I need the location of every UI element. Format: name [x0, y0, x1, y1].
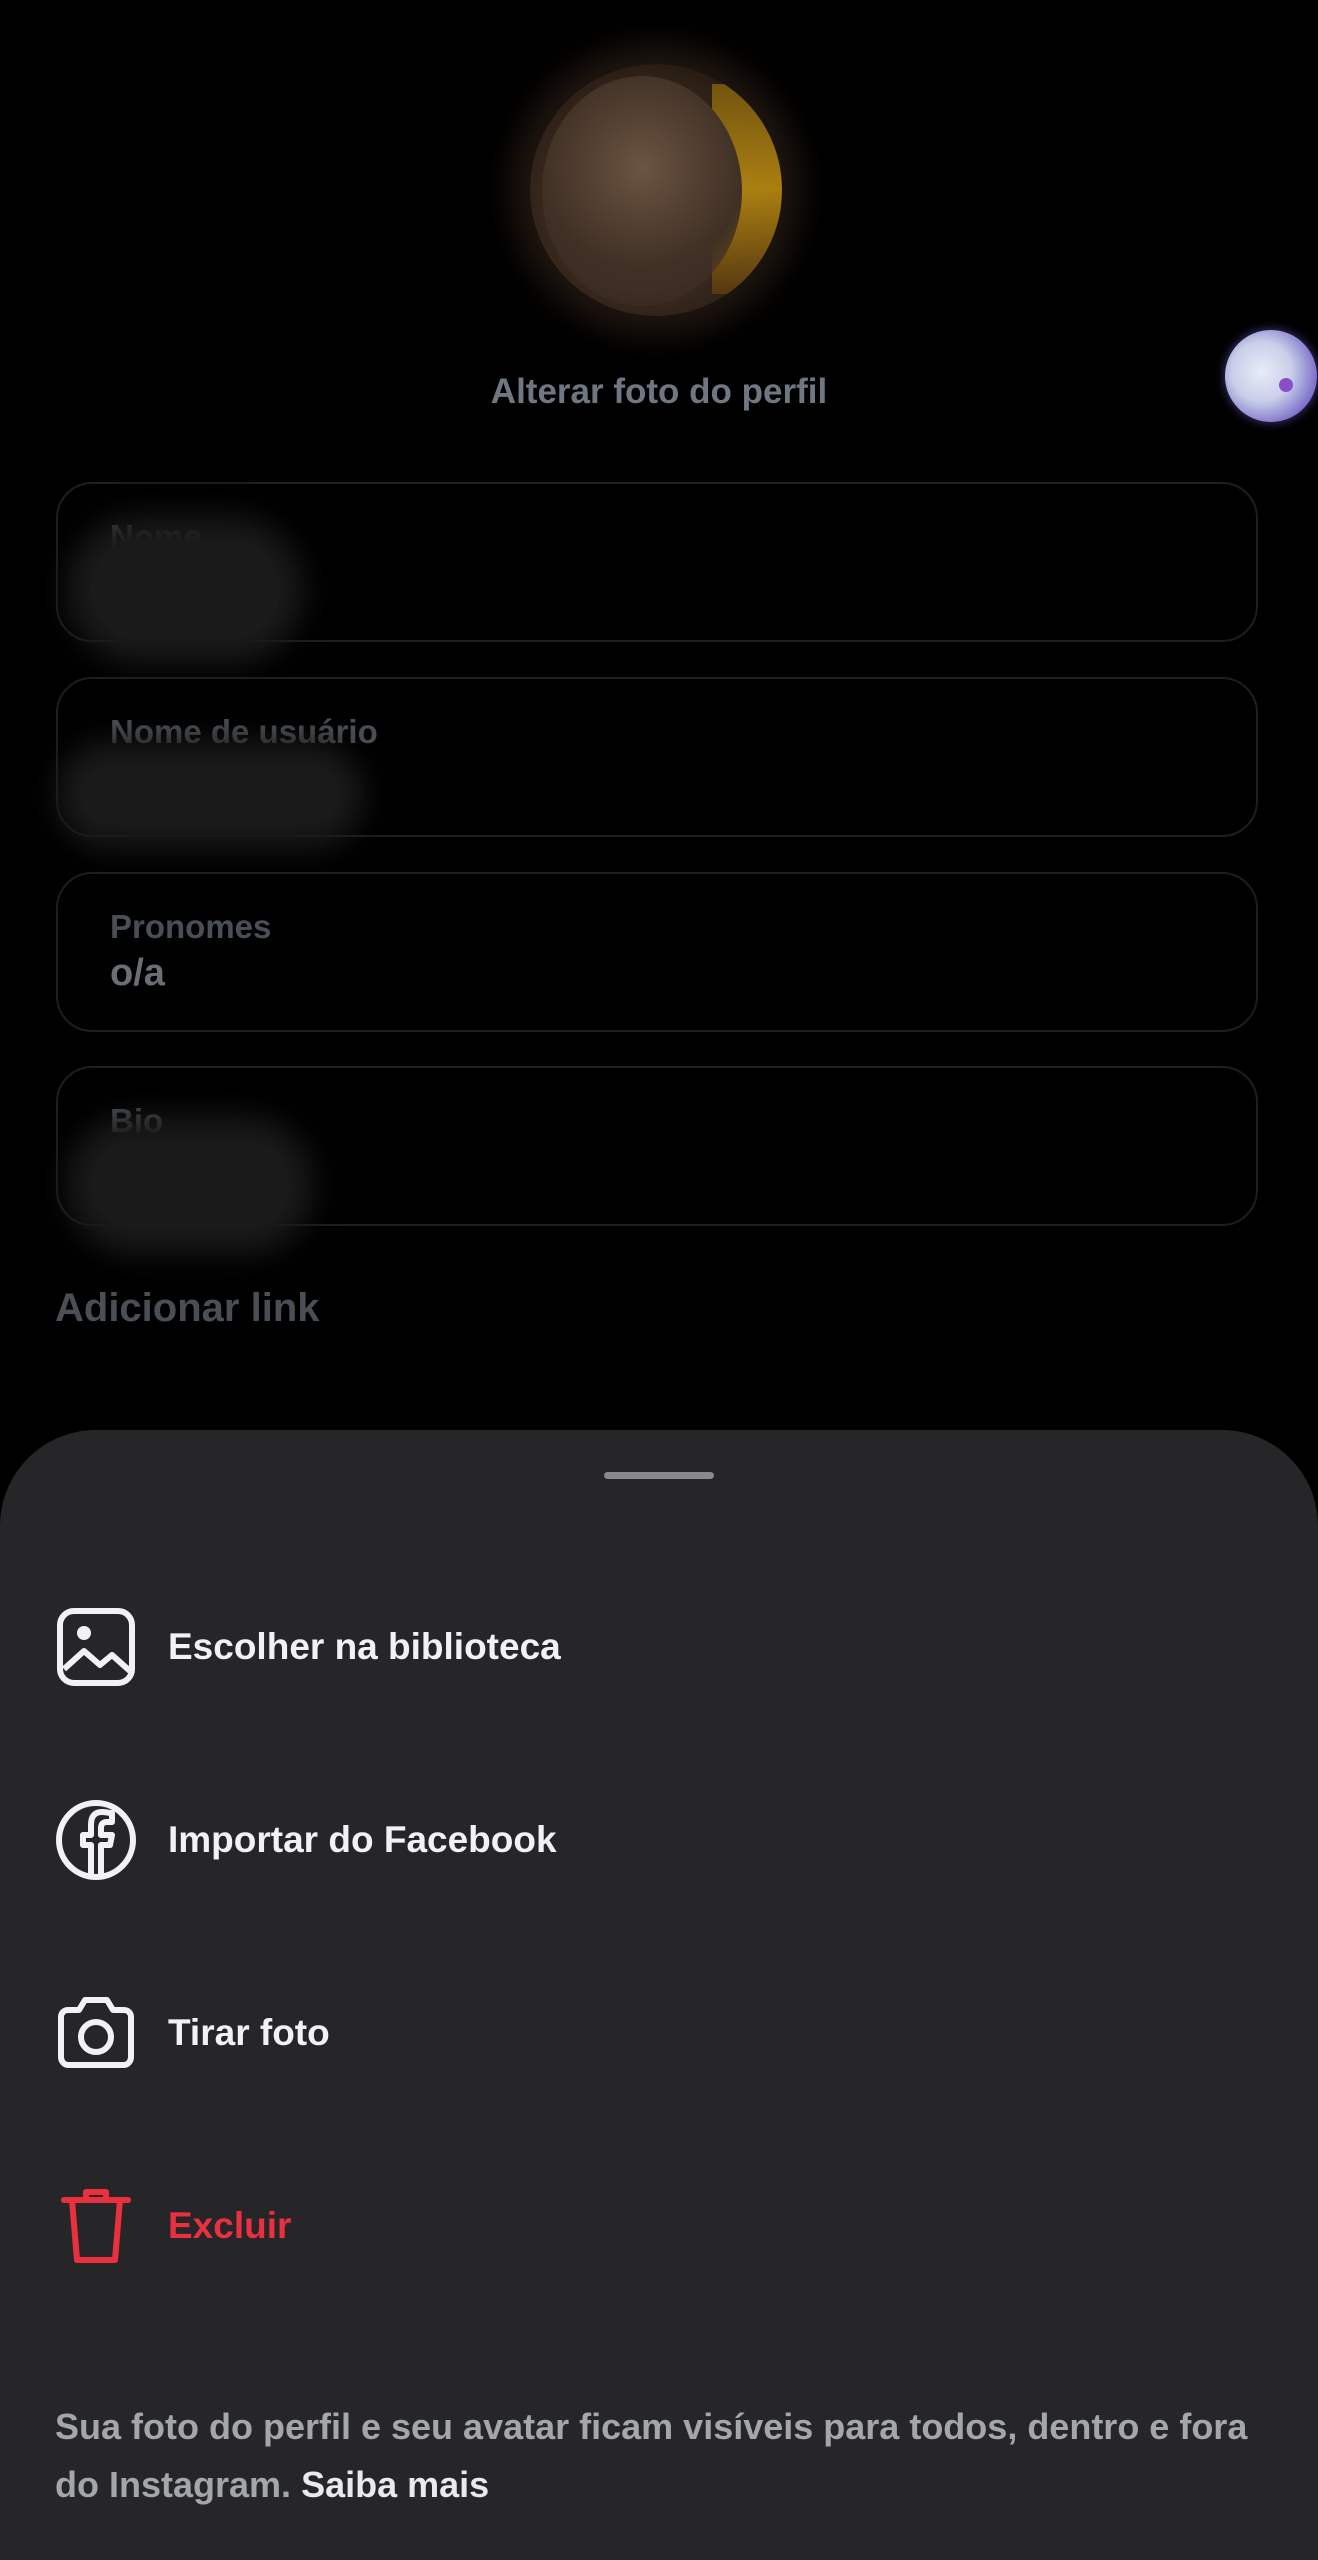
bio-field-label: Bio [110, 1102, 164, 1139]
option-label: Importar do Facebook [168, 1819, 557, 1860]
trash-icon [54, 2184, 138, 2268]
profile-avatar[interactable] [530, 64, 782, 316]
edit-profile-screen: Alterar foto do perfil Nome Nome de usuá… [0, 0, 1318, 2560]
redacted-username [80, 765, 340, 825]
photo-options-sheet: Escolher na biblioteca Importar do Faceb… [0, 1430, 1318, 2560]
option-take-photo[interactable]: Tirar foto [0, 1958, 1318, 2108]
pronouns-field-label: Pronomes [110, 908, 272, 945]
facebook-icon [54, 1798, 138, 1882]
avatar-photo-blurred [542, 76, 742, 306]
footer-text: Sua foto do perfil e seu avatar ficam vi… [55, 2406, 1248, 2505]
image-icon [54, 1605, 138, 1689]
option-delete[interactable]: Excluir [0, 2151, 1318, 2301]
edit-profile-background: Alterar foto do perfil Nome Nome de usuá… [0, 0, 1318, 1430]
option-choose-from-library[interactable]: Escolher na biblioteca [0, 1572, 1318, 1722]
redacted-name [90, 540, 280, 640]
pronouns-field-value: o/a [110, 952, 165, 994]
option-label: Escolher na biblioteca [168, 1626, 561, 1667]
option-label: Tirar foto [168, 2012, 330, 2053]
sheet-footer-note: Sua foto do perfil e seu avatar ficam vi… [55, 2398, 1275, 2514]
option-label: Excluir [168, 2205, 292, 2246]
change-profile-photo-link[interactable]: Alterar foto do perfil [0, 372, 1318, 412]
assistant-bubble-icon[interactable] [1225, 330, 1317, 422]
option-import-from-facebook[interactable]: Importar do Facebook [0, 1765, 1318, 1915]
learn-more-link[interactable]: Saiba mais [301, 2464, 489, 2505]
add-link-button[interactable]: Adicionar link [55, 1286, 320, 1331]
username-field-label: Nome de usuário [110, 713, 378, 750]
sheet-drag-handle[interactable] [604, 1472, 714, 1479]
redacted-bio [90, 1140, 290, 1230]
pronouns-field[interactable]: Pronomes o/a [56, 872, 1258, 1032]
camera-icon [54, 1991, 138, 2075]
